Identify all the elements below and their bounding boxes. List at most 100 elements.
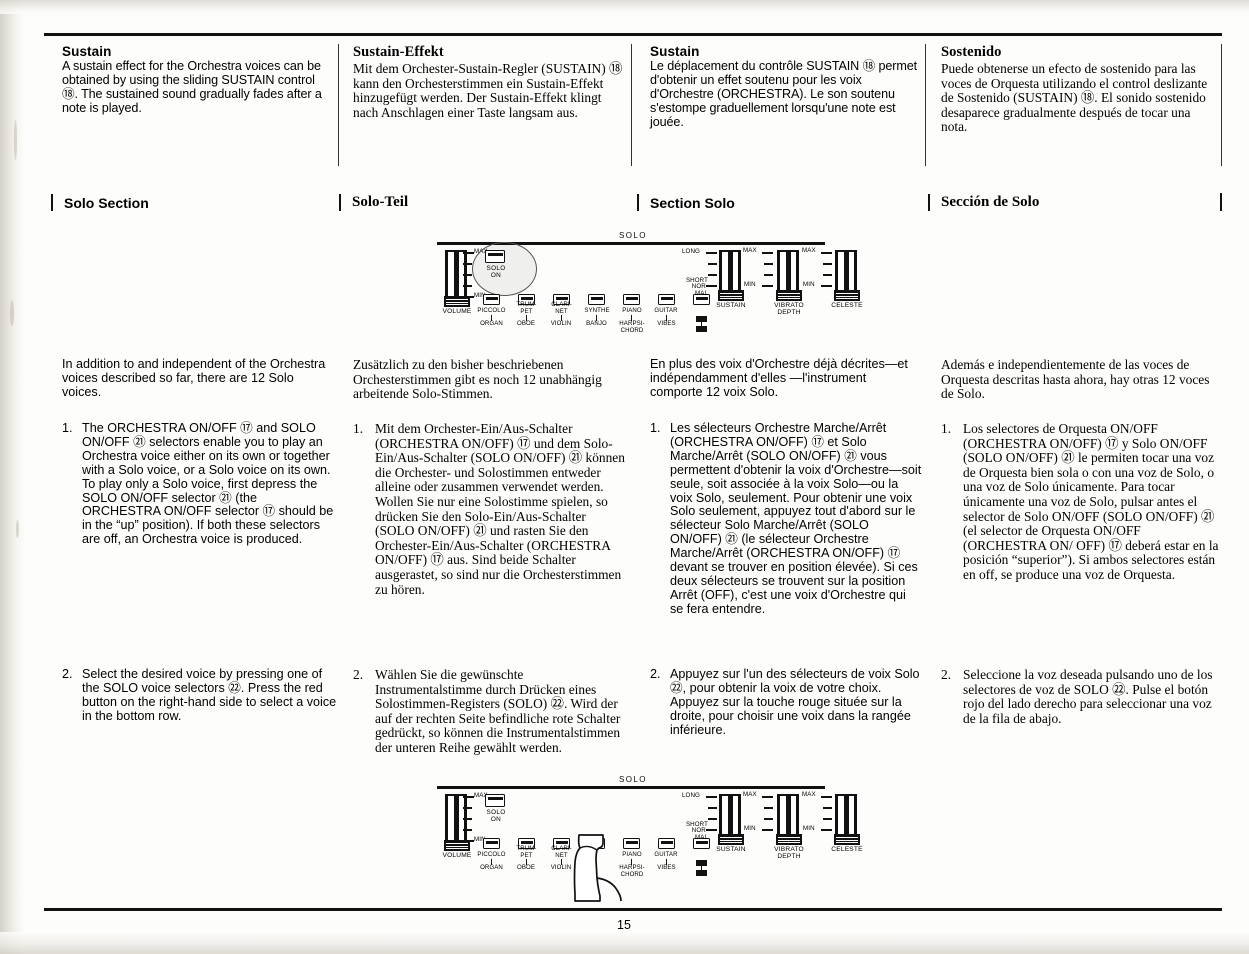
sustain-tick-short-normal-bottom: SHORT NOR- MAL [685,821,708,841]
list-item-2-es: 2. Seleccione la voz deseada pulsando un… [941,667,1219,726]
list-item-1-num-en: 1. [62,421,73,435]
sustain-title-en: Sustain [62,44,112,59]
page-number: 15 [617,918,631,932]
sustain-block-de: Sustain-Effekt Mit dem Orchester-Sustain… [353,44,625,120]
margin-bar [1220,193,1222,211]
vibrato-slider-knob-bottom[interactable] [776,834,802,845]
sustain-tick-long-bottom: LONG [682,792,700,799]
solo-on-label-bottom: SOLO ON [481,809,511,823]
sustain-title-es: Sostenido [941,44,1002,60]
voice-button-piccolo-organ-bottom[interactable] [483,838,500,849]
list-item-2-num-en: 2. [62,667,73,681]
scan-speck [16,520,19,538]
sustain-slider-rail-bottom [727,796,733,838]
list-item-1-num-es: 1. [941,421,952,436]
solo-header-bar-de [339,194,341,211]
vibrato-label: VIBRATO DEPTH [774,302,804,316]
sustain-label: SUSTAIN [716,302,746,309]
solo-intro-en: In addition to and independent of the Or… [62,357,326,399]
vibrato-slider-rail [785,252,791,294]
sustain-tick-short-normal: SHORT NOR- MAL [685,277,708,297]
sustain-block-es: Sostenido Puede obtenerse un efecto de s… [941,44,1213,135]
voice-button-piano-harpsichord[interactable] [623,294,640,305]
vibrato-slider-knob[interactable] [776,290,802,301]
list-item-2-en: 2. Select the desired voice by pressing … [62,667,337,724]
celeste-slider-rail-bottom [843,796,849,838]
voice-label-bottom-5-bottom: VIBES [657,864,676,871]
list-item-2-text-es: Seleccione la voz deseada pulsando uno d… [963,667,1213,726]
solo-banner-label: SOLO [619,231,647,240]
list-item-1-fr: 1. Les sélecteurs Orchestre Marche/Arrêt… [650,421,922,617]
vibrato-depth-slider[interactable]: VIBRATO DEPTH [774,250,805,316]
sustain-slider-knob-bottom[interactable] [718,834,744,845]
volume-slider[interactable]: VOLUME [442,250,473,316]
list-item-1-text-de: Mit dem Orchester-Ein/Aus-Schalter (ORCH… [375,421,625,597]
list-item-2-de: 2. Wählen Sie die gewünschte Instrumenta… [353,667,628,756]
sustain-block-fr: Sustain Le déplacement du contrôle SUSTA… [650,44,918,130]
sustain-body-fr: Le déplacement du contrôle SUSTAIN ⑱ per… [650,59,918,129]
sustain-slider-bottom[interactable]: SUSTAIN [716,794,747,860]
list-item-2-fr: 2. Appuyez sur l'un des sélecteurs de vo… [650,667,922,738]
solo-on-button[interactable] [485,250,505,263]
voice-label-top-2: CLARI- NET [551,301,572,315]
list-item-2-num-de: 2. [353,667,364,682]
list-item-1-num-fr: 1. [650,421,661,435]
solo-header-fr: Section Solo [650,195,735,211]
celeste-label-bottom: CELESTE [831,846,863,853]
column-divider [1221,44,1222,166]
list-item-1-num-de: 1. [353,421,364,436]
solo-intro-de: Zusätzlich zu den bisher beschriebenen O… [353,357,602,402]
red-row-button[interactable] [696,316,708,332]
sustain-slider-knob[interactable] [718,290,744,301]
celeste-slider-rail [843,252,849,294]
list-item-1-text-fr: Les sélecteurs Orchestre Marche/Arrêt (O… [670,421,922,616]
vibrato-tick-min: MIN [744,281,756,288]
manual-page: Sustain A sustain effect for the Orchest… [0,0,1249,954]
scan-edge-top [0,0,1249,14]
celeste-slider-knob-bottom[interactable] [834,834,860,845]
voice-button-synthe-banjo[interactable] [588,294,605,305]
voice-label-top-3: SYNTHE [584,307,610,314]
solo-intro-fr: En plus des voix d'Orchestre déjà décrit… [650,357,908,399]
scan-edge-bottom [0,932,1249,954]
celeste-slider-knob[interactable] [834,290,860,301]
celeste-tick-min: MIN [803,281,815,288]
sustain-tick-long: LONG [682,248,700,255]
pointing-hand-illustration [563,832,643,902]
celeste-tick-max-bottom: MAX [802,791,816,798]
solo-header-bar-es [928,194,930,211]
celeste-slider-bottom[interactable]: CELESTE [831,794,863,860]
sustain-title-fr: Sustain [650,44,700,59]
volume-slider-bottom[interactable]: VOLUME [442,794,473,860]
sustain-block-en: Sustain A sustain effect for the Orchest… [62,44,334,116]
vibrato-label-bottom: VIBRATO DEPTH [774,846,804,860]
scan-speck [14,120,17,160]
celeste-slider[interactable]: CELESTE [831,250,863,316]
control-panel-diagram-bottom: SOLO VOLUME MAX MIN SOLO ON PICCOLO TRUM… [435,772,863,902]
sustain-body-en: A sustain effect for the Orchestra voice… [62,59,322,115]
volume-slider-rail-bottom [453,796,459,844]
voice-label-bottom-5: VIBES [657,320,676,327]
voice-label-top-1: TRUM- PET [516,301,537,315]
list-item-1-text-en: The ORCHESTRA ON/OFF ⑰ and SOLO ON/OFF ㉑… [82,421,334,547]
vibrato-depth-slider-bottom[interactable]: VIBRATO DEPTH [774,794,805,860]
solo-banner-label-bottom: SOLO [619,775,647,784]
list-item-2-text-de: Wählen Sie die gewünschte Instrumentalst… [375,667,621,755]
voice-button-guitar-vibes[interactable] [658,294,675,305]
voice-button-guitar-vibes-bottom[interactable] [658,838,675,849]
control-panel-diagram-top: SOLO VOLUME MAX MIN SOLO ON PICCOLO TRUM… [435,228,863,340]
sustain-slider-rail [727,252,733,294]
solo-header-de: Solo-Teil [352,194,409,210]
sustain-slider[interactable]: SUSTAIN [716,250,747,316]
voice-label-top-1-bottom: TRUM- PET [516,845,537,859]
celeste-tick-max: MAX [802,247,816,254]
list-item-1-de: 1. Mit dem Orchester-Ein/Aus-Schalter (O… [353,421,628,597]
red-row-button-bottom[interactable] [696,860,708,876]
sustain-label-bottom: SUSTAIN [716,846,746,853]
sustain-title-de: Sustain-Effekt [353,44,444,60]
solo-header-en: Solo Section [64,195,149,211]
panel-bottom-rule [437,786,825,789]
voice-button-piccolo-organ[interactable] [483,294,500,305]
solo-on-button-bottom[interactable] [485,794,505,807]
list-item-1-text-es: Los selectores de Orquesta ON/OFF (ORCHE… [963,421,1219,582]
